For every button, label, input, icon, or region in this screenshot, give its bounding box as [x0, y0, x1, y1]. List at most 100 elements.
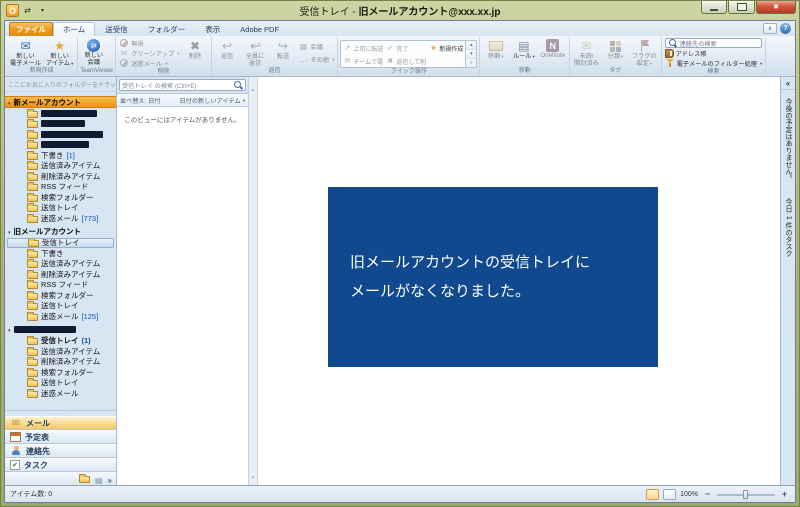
folder-item[interactable]: 迷惑メール — [5, 388, 116, 399]
folder-item[interactable]: 迷惑メール [125] — [5, 311, 116, 322]
scroll-up-icon[interactable] — [252, 78, 255, 96]
folder-item[interactable]: 送信済みアイテム — [5, 259, 116, 270]
nav-contacts-button[interactable]: 連絡先 — [5, 444, 116, 458]
nav-mail-button[interactable]: メール — [5, 416, 116, 430]
ribbon-button[interactable]: 新しい会議 — [80, 38, 107, 67]
gallery-up-icon[interactable] — [466, 41, 477, 50]
todo-tasks-text[interactable]: 今日: 1 件のタスク — [783, 198, 793, 257]
tab-folder[interactable]: フォルダー — [138, 22, 196, 36]
folder-item[interactable]: 受信トレイ (1) — [5, 336, 116, 347]
folder-item[interactable]: 下書き — [5, 248, 116, 259]
tab-view[interactable]: 表示 — [195, 22, 230, 36]
ribbon-button[interactable]: 転送 — [270, 38, 297, 67]
reading-view-button[interactable] — [663, 488, 677, 500]
nav-calendar-button[interactable]: 予定表 — [5, 430, 116, 444]
ribbon-button[interactable]: 会議 — [299, 41, 335, 51]
ribbon-button[interactable]: 移動 — [482, 38, 509, 67]
quick-step-item[interactable]: 上司に転送 — [343, 42, 383, 54]
folder-item[interactable]: 検索フォルダー — [5, 367, 116, 378]
folder-item[interactable]: RSS フィード — [5, 182, 116, 193]
zoom-level[interactable]: 100% — [680, 491, 698, 498]
scroll-down-icon[interactable] — [252, 466, 255, 484]
folder-item[interactable]: 送信トレイ — [5, 378, 116, 389]
find-contact-input[interactable]: 連絡先の検索 — [664, 38, 763, 48]
folder-item[interactable]: 削除済みアイテム — [5, 269, 116, 280]
nav-options-icon[interactable] — [108, 470, 112, 486]
tab-adobe-pdf[interactable]: Adobe PDF — [230, 22, 289, 36]
ribbon-button[interactable]: 全員に返信 — [242, 38, 269, 67]
list-scrollbar[interactable] — [249, 77, 258, 485]
folder-item[interactable]: 削除済みアイテム — [5, 171, 116, 182]
quick-step-item[interactable]: 返信して削除 — [386, 55, 426, 67]
zoom-out-button[interactable] — [702, 489, 713, 499]
ribbon-button[interactable]: 新しい電子メール — [8, 38, 43, 67]
ribbon-button[interactable]: 分類 — [602, 38, 629, 67]
folder-icon — [27, 269, 38, 279]
expand-triangle-icon[interactable] — [8, 325, 11, 334]
folder-item[interactable]: 削除済みアイテム — [5, 357, 116, 368]
sort-order-button[interactable]: 日付の新しいアイテム — [179, 96, 245, 105]
shortcuts-icon[interactable] — [95, 470, 103, 486]
done-icon — [386, 44, 394, 52]
folder-item[interactable]: 送信済みアイテム — [5, 161, 116, 172]
folder-list-icon[interactable] — [78, 474, 90, 483]
arrange-by-button[interactable]: 並べ替え: 日付 — [120, 96, 161, 105]
normal-view-button[interactable] — [646, 488, 660, 500]
outlook-app-icon[interactable] — [6, 4, 19, 17]
ribbon-button[interactable]: クリーンアップ — [119, 48, 179, 58]
search-input[interactable]: 受信トレイ の検索 (Ctrl+E) — [119, 79, 246, 91]
todo-appointments-text[interactable]: 今後の予定はありません。 — [783, 98, 793, 182]
qat-dropdown-icon[interactable] — [36, 5, 49, 17]
send-receive-icon[interactable] — [21, 5, 34, 17]
quick-step-item[interactable]: 新規作成 — [429, 42, 463, 54]
folder-item[interactable] — [5, 119, 116, 130]
folder-item[interactable]: 下書き [1] — [5, 150, 116, 161]
folder-item[interactable]: RSS フィード — [5, 280, 116, 291]
file-tab[interactable]: ファイル — [9, 22, 53, 36]
ribbon: 新しい電子メール新しいアイテム新規作成新しい会議TeamViewer無視クリーン… — [5, 36, 795, 77]
folder-item[interactable]: 送信トレイ — [5, 301, 116, 312]
ribbon-button[interactable]: ルール — [510, 38, 537, 67]
folder-item[interactable]: 検索フォルダー — [5, 290, 116, 301]
zoom-slider-thumb[interactable] — [743, 489, 748, 499]
ribbon-button[interactable]: 電子メールのフィルター処理 — [665, 58, 763, 68]
expand-triangle-icon[interactable] — [8, 227, 11, 236]
minimize-ribbon-button[interactable] — [763, 23, 777, 34]
folder-item[interactable] — [5, 129, 116, 140]
account-header[interactable] — [5, 324, 116, 336]
expand-todo-bar-icon[interactable] — [781, 77, 795, 90]
account-header[interactable]: 新メールアカウント — [5, 96, 116, 108]
ribbon-button[interactable]: アドレス帳 — [664, 48, 763, 58]
folder-item[interactable]: 送信トレイ — [5, 203, 116, 214]
expand-triangle-icon[interactable] — [8, 98, 11, 107]
folder-item[interactable]: 送信済みアイテム — [5, 346, 116, 357]
tab-send-receive[interactable]: 送受信 — [95, 22, 138, 36]
ribbon-button[interactable]: その他 — [299, 54, 335, 64]
tab-home[interactable]: ホーム — [53, 22, 96, 36]
ribbon-button[interactable]: 無視 — [119, 38, 179, 48]
search-icon[interactable] — [233, 80, 243, 90]
folder-item[interactable]: 迷惑メール [773] — [5, 213, 116, 224]
account-header[interactable]: 旧メールアカウント — [5, 226, 116, 238]
gallery-more-icon[interactable] — [466, 59, 477, 67]
close-button[interactable] — [756, 1, 796, 14]
minimize-button[interactable] — [701, 1, 727, 14]
ribbon-button[interactable]: OneNote — [538, 38, 567, 67]
quick-step-item[interactable]: 完了 — [386, 42, 426, 54]
help-button[interactable] — [780, 23, 791, 34]
folder-item[interactable] — [5, 108, 116, 119]
ribbon-button[interactable]: フラグの 設定 — [630, 38, 659, 67]
folder-item[interactable]: 検索フォルダー — [5, 192, 116, 203]
folder-item[interactable]: 受信トレイ — [7, 237, 114, 248]
zoom-in-button[interactable] — [779, 489, 790, 499]
quick-step-item[interactable]: チームで電子メール — [343, 55, 383, 67]
ribbon-button[interactable]: 返信 — [214, 38, 241, 67]
ribbon-button[interactable]: 新しいアイテム — [44, 38, 75, 67]
zoom-slider[interactable] — [717, 489, 775, 499]
maximize-button[interactable] — [728, 1, 755, 14]
gallery-down-icon[interactable] — [466, 50, 477, 59]
folder-item[interactable] — [5, 140, 116, 151]
ribbon-button[interactable]: 迷惑メール — [119, 58, 179, 68]
ribbon-button[interactable]: 未読/開封済み — [572, 38, 601, 67]
ribbon-button[interactable]: 削除 — [182, 38, 209, 68]
